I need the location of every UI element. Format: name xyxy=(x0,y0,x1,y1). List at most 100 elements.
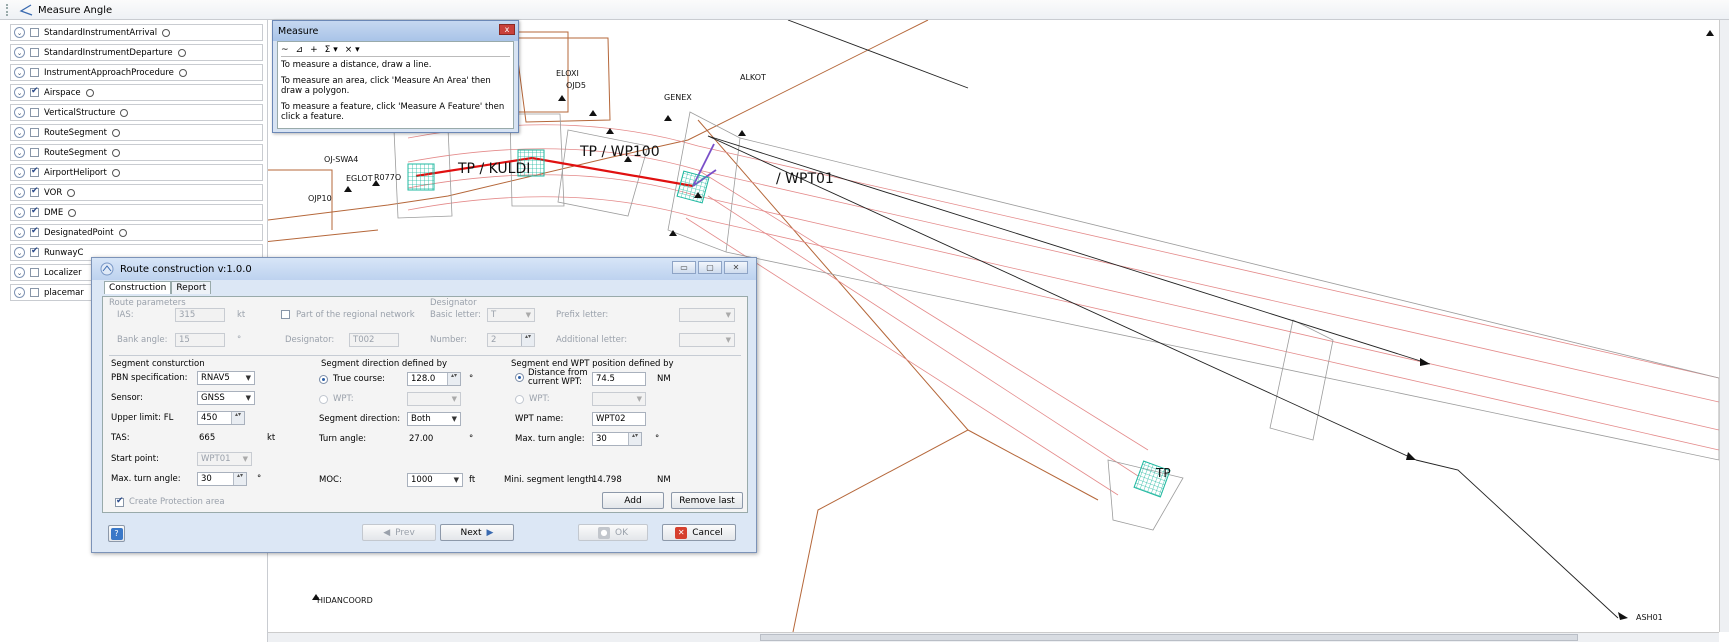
layer-visibility-checkbox[interactable] xyxy=(30,268,39,277)
close-button[interactable]: ✕ xyxy=(724,261,748,274)
tab-report[interactable]: Report xyxy=(171,281,212,294)
expand-chevron-icon[interactable]: ⌄ xyxy=(14,207,25,218)
layer-row[interactable]: ⌄ DME xyxy=(10,204,263,221)
layer-visibility-checkbox[interactable] xyxy=(30,28,39,37)
wpt-dropdown[interactable] xyxy=(407,392,461,406)
layer-style-icon[interactable] xyxy=(111,168,120,177)
end-max-turn-stepper[interactable]: 30 xyxy=(592,432,642,446)
ias-field[interactable]: 315 xyxy=(175,308,225,322)
layer-row[interactable]: ⌄ StandardInstrumentArrival xyxy=(10,24,263,41)
basic-letter-dropdown[interactable]: T xyxy=(487,308,535,322)
expand-chevron-icon[interactable]: ⌄ xyxy=(14,47,25,58)
true-course-stepper[interactable]: 128.0 xyxy=(407,372,461,386)
add-button[interactable]: Add xyxy=(602,492,664,509)
expand-chevron-icon[interactable]: ⌄ xyxy=(14,247,25,258)
layer-style-icon[interactable] xyxy=(111,148,120,157)
dialog-title-bar[interactable]: Route construction v:1.0.0 xyxy=(92,258,756,280)
measure-title-bar[interactable]: Measure xyxy=(273,21,518,41)
layer-style-icon[interactable] xyxy=(178,68,187,77)
layer-visibility-checkbox[interactable] xyxy=(30,148,39,157)
layer-row[interactable]: ⌄ InstrumentApproachProcedure xyxy=(10,64,263,81)
expand-chevron-icon[interactable]: ⌄ xyxy=(14,187,25,198)
map-vertical-scrollbar[interactable] xyxy=(1719,20,1729,632)
expand-chevron-icon[interactable]: ⌄ xyxy=(14,87,25,98)
expand-chevron-icon[interactable]: ⌄ xyxy=(14,147,25,158)
designator-field[interactable]: T002 xyxy=(349,333,399,347)
layer-row[interactable]: ⌄ StandardInstrumentDeparture xyxy=(10,44,263,61)
layer-visibility-checkbox[interactable] xyxy=(30,128,39,137)
layer-style-icon[interactable] xyxy=(120,108,129,117)
layer-visibility-checkbox[interactable] xyxy=(30,108,39,117)
map-horizontal-scroll-thumb[interactable] xyxy=(760,634,1578,641)
layer-style-icon[interactable] xyxy=(67,188,76,197)
measure-angle-button[interactable]: Measure Angle xyxy=(14,2,116,18)
ok-button[interactable]: ● OK xyxy=(578,524,648,541)
layer-visibility-checkbox[interactable] xyxy=(30,186,39,197)
measure-area-icon[interactable]: ⊿ xyxy=(296,45,304,55)
wpt-name-field[interactable]: WPT02 xyxy=(592,412,646,426)
expand-chevron-icon[interactable]: ⌄ xyxy=(14,267,25,278)
map-horizontal-scrollbar[interactable] xyxy=(268,632,1719,642)
distance-radio[interactable] xyxy=(515,373,524,382)
segment-direction-dropdown[interactable]: Both xyxy=(407,412,461,426)
measure-clear-dropdown[interactable]: × ▾ xyxy=(345,45,360,55)
true-course-radio[interactable] xyxy=(319,375,328,384)
layer-row[interactable]: ⌄ Airspace xyxy=(10,84,263,101)
expand-chevron-icon[interactable]: ⌄ xyxy=(14,287,25,298)
next-button[interactable]: Next ▶ xyxy=(440,524,514,541)
layer-visibility-checkbox[interactable] xyxy=(30,226,39,237)
layer-visibility-checkbox[interactable] xyxy=(30,86,39,97)
pbn-dropdown[interactable]: RNAV5 xyxy=(197,371,255,385)
layer-style-icon[interactable] xyxy=(118,228,127,237)
measure-sum-dropdown[interactable]: Σ ▾ xyxy=(325,45,338,55)
layer-visibility-checkbox[interactable] xyxy=(30,48,39,57)
minimize-button[interactable]: ▭ xyxy=(672,261,696,274)
measure-feature-icon[interactable]: + xyxy=(310,45,318,55)
expand-chevron-icon[interactable]: ⌄ xyxy=(14,67,25,78)
regional-network-checkbox[interactable] xyxy=(281,310,290,319)
layer-visibility-checkbox[interactable] xyxy=(30,206,39,217)
expand-chevron-icon[interactable]: ⌄ xyxy=(14,127,25,138)
distance-field[interactable]: 74.5 xyxy=(592,372,646,386)
prev-button[interactable]: ◀ Prev xyxy=(362,524,436,541)
expand-chevron-icon[interactable]: ⌄ xyxy=(14,107,25,118)
expand-chevron-icon[interactable]: ⌄ xyxy=(14,227,25,238)
layer-visibility-checkbox[interactable] xyxy=(30,246,39,257)
moc-dropdown[interactable]: 1000 xyxy=(407,473,463,487)
number-stepper[interactable]: 2 xyxy=(487,333,535,347)
additional-letter-dropdown[interactable] xyxy=(679,333,735,347)
end-wpt-radio[interactable] xyxy=(515,395,524,404)
start-point-dropdown[interactable]: WPT01 xyxy=(197,452,252,466)
tab-construction[interactable]: Construction xyxy=(104,281,172,294)
upper-limit-stepper[interactable]: 450 xyxy=(197,411,245,425)
layer-style-icon[interactable] xyxy=(68,208,77,217)
bank-angle-field[interactable]: 15 xyxy=(175,333,225,347)
layer-row[interactable]: ⌄ VOR xyxy=(10,184,263,201)
measure-line-icon[interactable]: ~ xyxy=(281,45,289,55)
layer-row[interactable]: ⌄ RouteSegment xyxy=(10,144,263,161)
toolbar-grip[interactable] xyxy=(6,4,8,16)
layer-style-icon[interactable] xyxy=(111,128,120,137)
layer-style-icon[interactable] xyxy=(162,28,171,37)
layer-row[interactable]: ⌄ AirportHeliport xyxy=(10,164,263,181)
layer-row[interactable]: ⌄ RouteSegment xyxy=(10,124,263,141)
layer-row[interactable]: ⌄ VerticalStructure xyxy=(10,104,263,121)
max-turn-stepper[interactable]: 30 xyxy=(197,472,247,486)
layer-row[interactable]: ⌄ DesignatedPoint xyxy=(10,224,263,241)
layer-visibility-checkbox[interactable] xyxy=(30,166,39,177)
prefix-letter-dropdown[interactable] xyxy=(679,308,735,322)
layer-visibility-checkbox[interactable] xyxy=(30,288,39,297)
remove-last-button[interactable]: Remove last xyxy=(671,492,743,509)
create-protection-checkbox[interactable] xyxy=(115,496,124,507)
layer-style-icon[interactable] xyxy=(177,48,186,57)
layer-visibility-checkbox[interactable] xyxy=(30,68,39,77)
maximize-button[interactable]: ▢ xyxy=(698,261,722,274)
wpt-radio[interactable] xyxy=(319,395,328,404)
sensor-dropdown[interactable]: GNSS xyxy=(197,391,255,405)
help-button[interactable]: ? xyxy=(108,525,125,542)
expand-chevron-icon[interactable]: ⌄ xyxy=(14,27,25,38)
cancel-button[interactable]: ✕ Cancel xyxy=(662,524,736,541)
measure-close-button[interactable]: x xyxy=(499,24,515,35)
expand-chevron-icon[interactable]: ⌄ xyxy=(14,167,25,178)
layer-style-icon[interactable] xyxy=(85,88,94,97)
